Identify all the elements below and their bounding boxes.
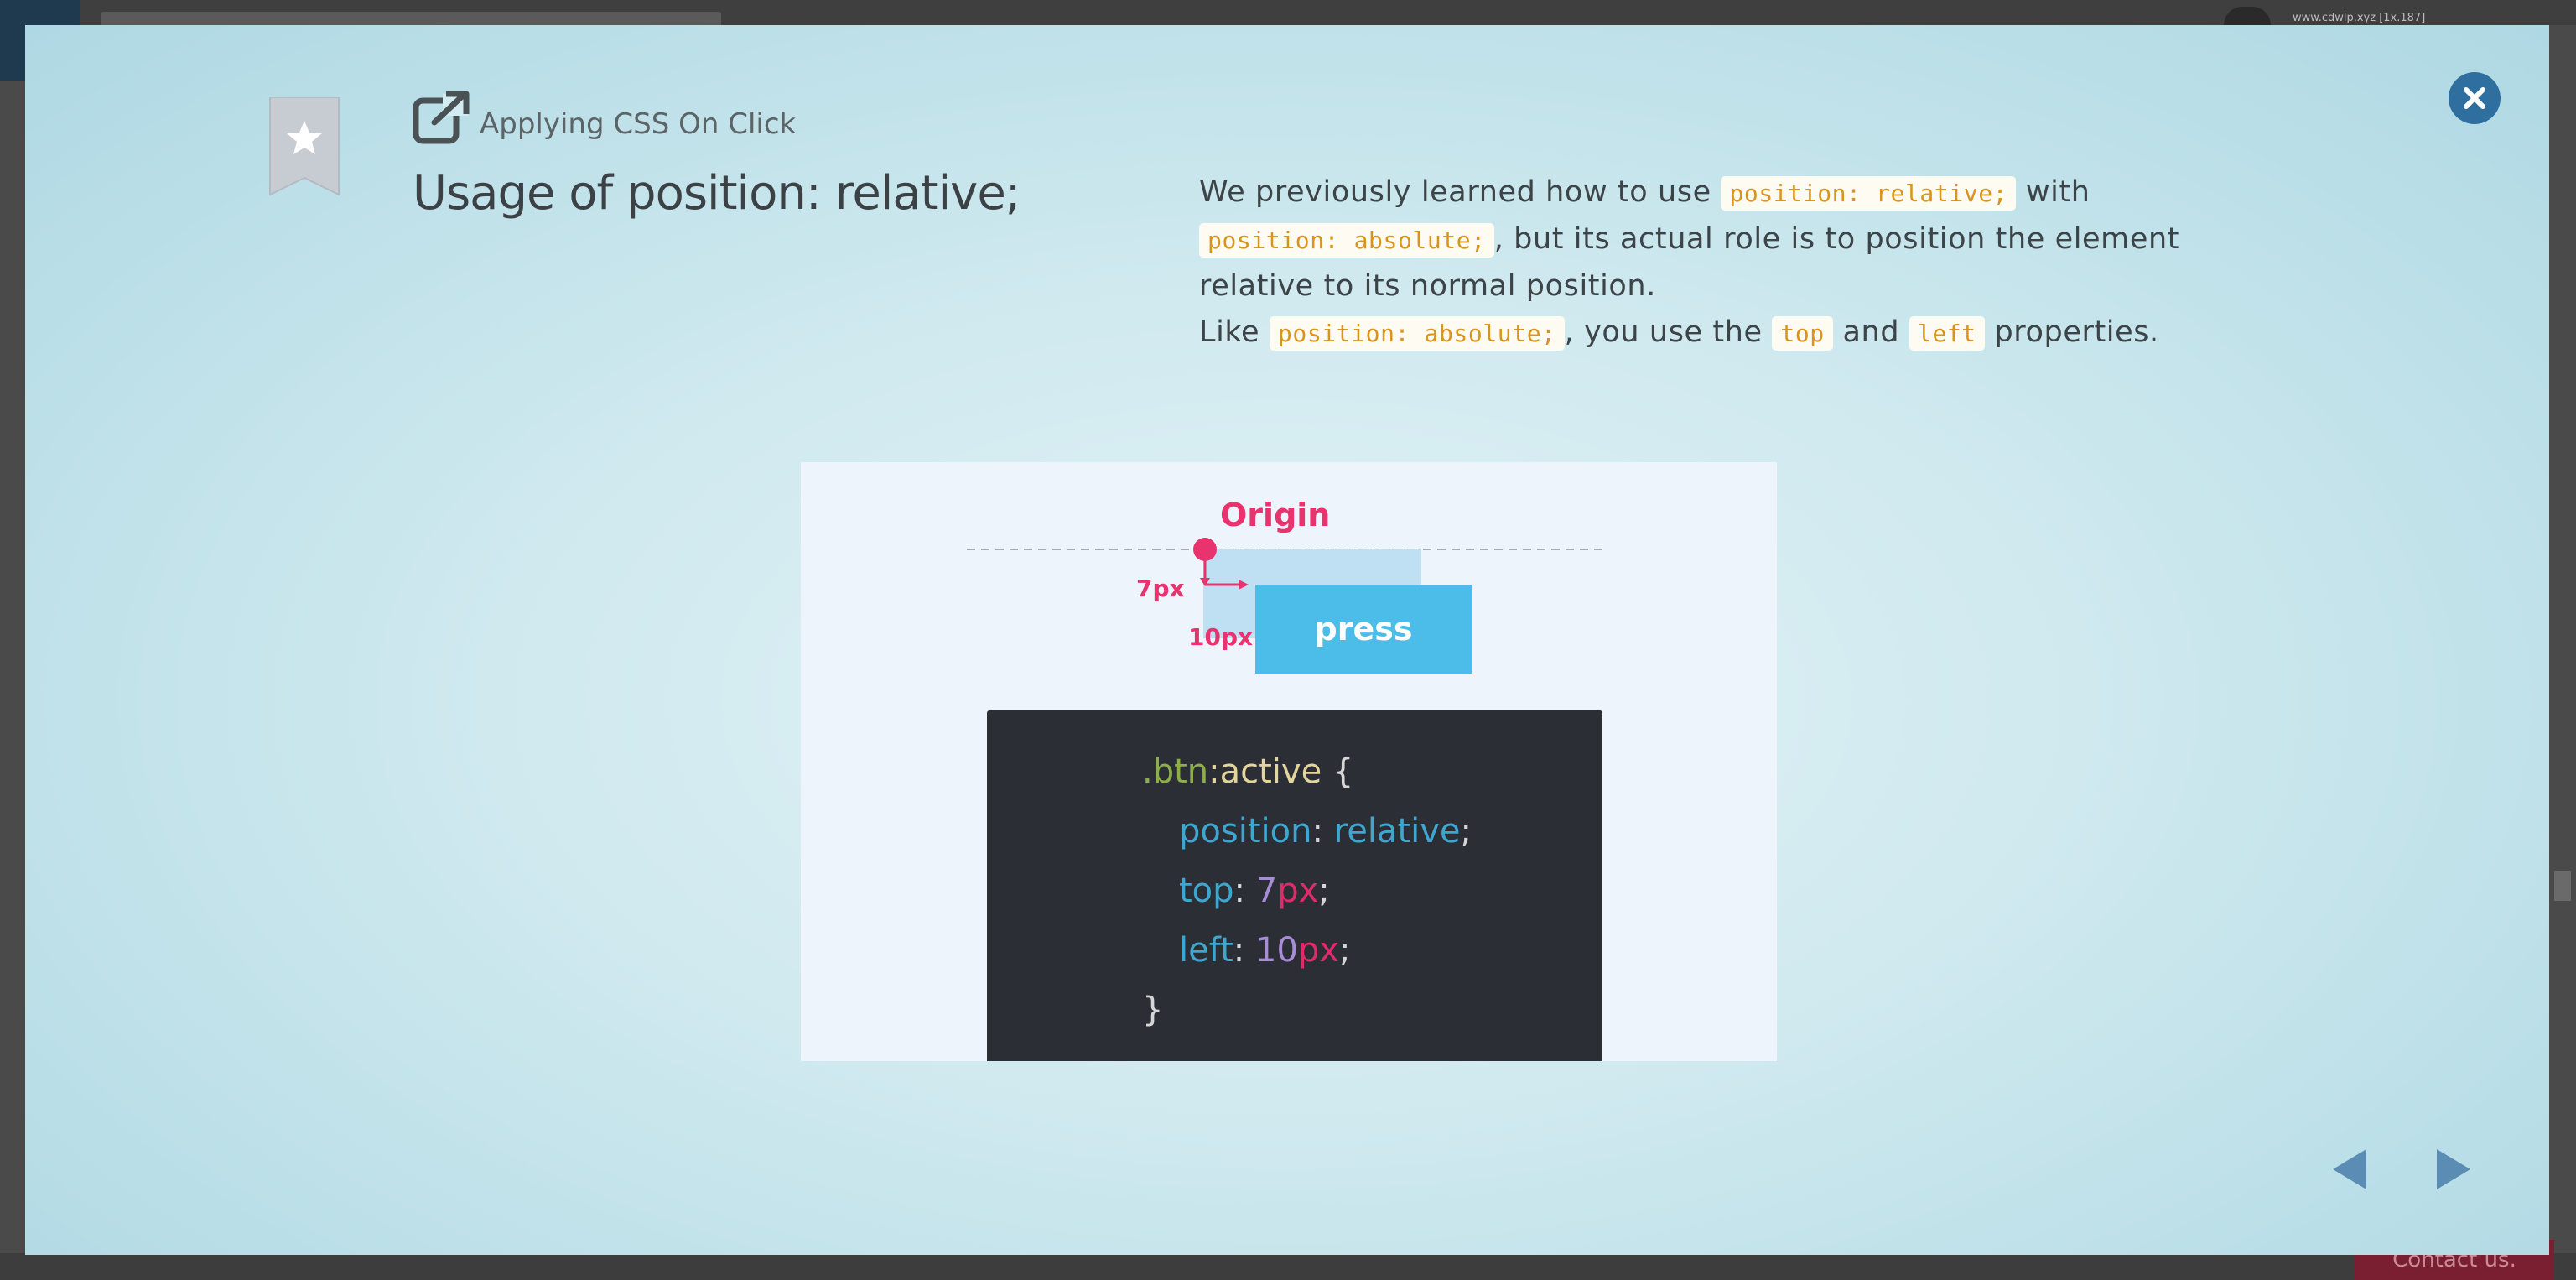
code-number: 10 [1255, 931, 1298, 970]
code-unit: px [1277, 872, 1319, 910]
arrow-right-icon [2437, 1149, 2470, 1189]
background-user-label: www.cdwlp.xyz [1x.187] [2293, 12, 2426, 24]
section-header: Applying CSS On Click [413, 91, 796, 144]
background-bottom-bar [0, 1253, 2576, 1280]
close-button[interactable] [2449, 72, 2501, 124]
code-property: position [1179, 812, 1312, 851]
code-number: 7 [1255, 872, 1278, 910]
inline-code: position: absolute; [1269, 316, 1565, 351]
inline-code: position: absolute; [1199, 223, 1494, 258]
code-line: left: 10px; [1142, 921, 1472, 981]
code-panel: .btn:active { position: relative; top: 7… [987, 710, 1602, 1061]
code-line: position: relative; [1142, 802, 1472, 861]
desc-text: relative to its normal position. [1199, 269, 1656, 303]
code-colon: : [1233, 931, 1255, 970]
desc-text: properties. [1994, 315, 2159, 349]
desc-text: We previously learned how to use [1199, 175, 1711, 209]
origin-label: Origin [1220, 497, 1330, 533]
section-title: Applying CSS On Click [480, 107, 797, 141]
desc-text: , but its actual role is to position the… [1493, 222, 2180, 256]
desc-text: and [1842, 315, 1900, 349]
desc-text: Like [1199, 315, 1260, 349]
lesson-description: We previously learned how to use positio… [1199, 169, 2256, 356]
code-value: relative [1333, 812, 1461, 851]
code-property: left [1179, 931, 1233, 970]
code-line: top: 7px; [1142, 861, 1472, 921]
left-offset-label: 10px [1188, 623, 1253, 651]
code-line: .btn:active { [1142, 742, 1472, 802]
external-link-icon [413, 91, 470, 144]
close-icon [2464, 87, 2485, 109]
previous-button[interactable] [2326, 1144, 2376, 1194]
desc-text: , you use the [1564, 315, 1763, 349]
inline-code: position: relative; [1721, 176, 2017, 211]
code-colon: : [1233, 872, 1256, 910]
code-semicolon: ; [1460, 812, 1472, 851]
code-unit: px [1297, 931, 1339, 970]
code-brace: } [1142, 991, 1164, 1029]
bookmark-star-icon[interactable] [268, 96, 340, 196]
code-line: } [1142, 981, 1472, 1040]
inline-code: left [1909, 316, 1985, 351]
code-property: top [1179, 872, 1234, 910]
next-button[interactable] [2427, 1144, 2477, 1194]
inline-code: top [1772, 316, 1833, 351]
code-colon: : [1311, 812, 1334, 851]
code-selector: .btn [1142, 752, 1209, 791]
code-semicolon: ; [1318, 872, 1330, 910]
lesson-heading: Usage of position: relative; [413, 166, 1021, 221]
code-brace: { [1322, 752, 1354, 791]
code-semicolon: ; [1338, 931, 1351, 970]
top-offset-label: 7px [1136, 575, 1185, 602]
origin-dot [1193, 538, 1217, 561]
lesson-modal: Applying CSS On Click Usage of position:… [25, 25, 2549, 1255]
desc-text: with [2025, 175, 2090, 209]
background-scrollbar-thumb [2554, 871, 2571, 901]
position-relative-illustration: Origin 7px 10px press .btn:active { posi… [801, 462, 1777, 1061]
arrow-left-icon [2333, 1149, 2366, 1189]
code-pseudo: :active [1208, 752, 1322, 791]
press-button-label: press [1315, 611, 1413, 648]
